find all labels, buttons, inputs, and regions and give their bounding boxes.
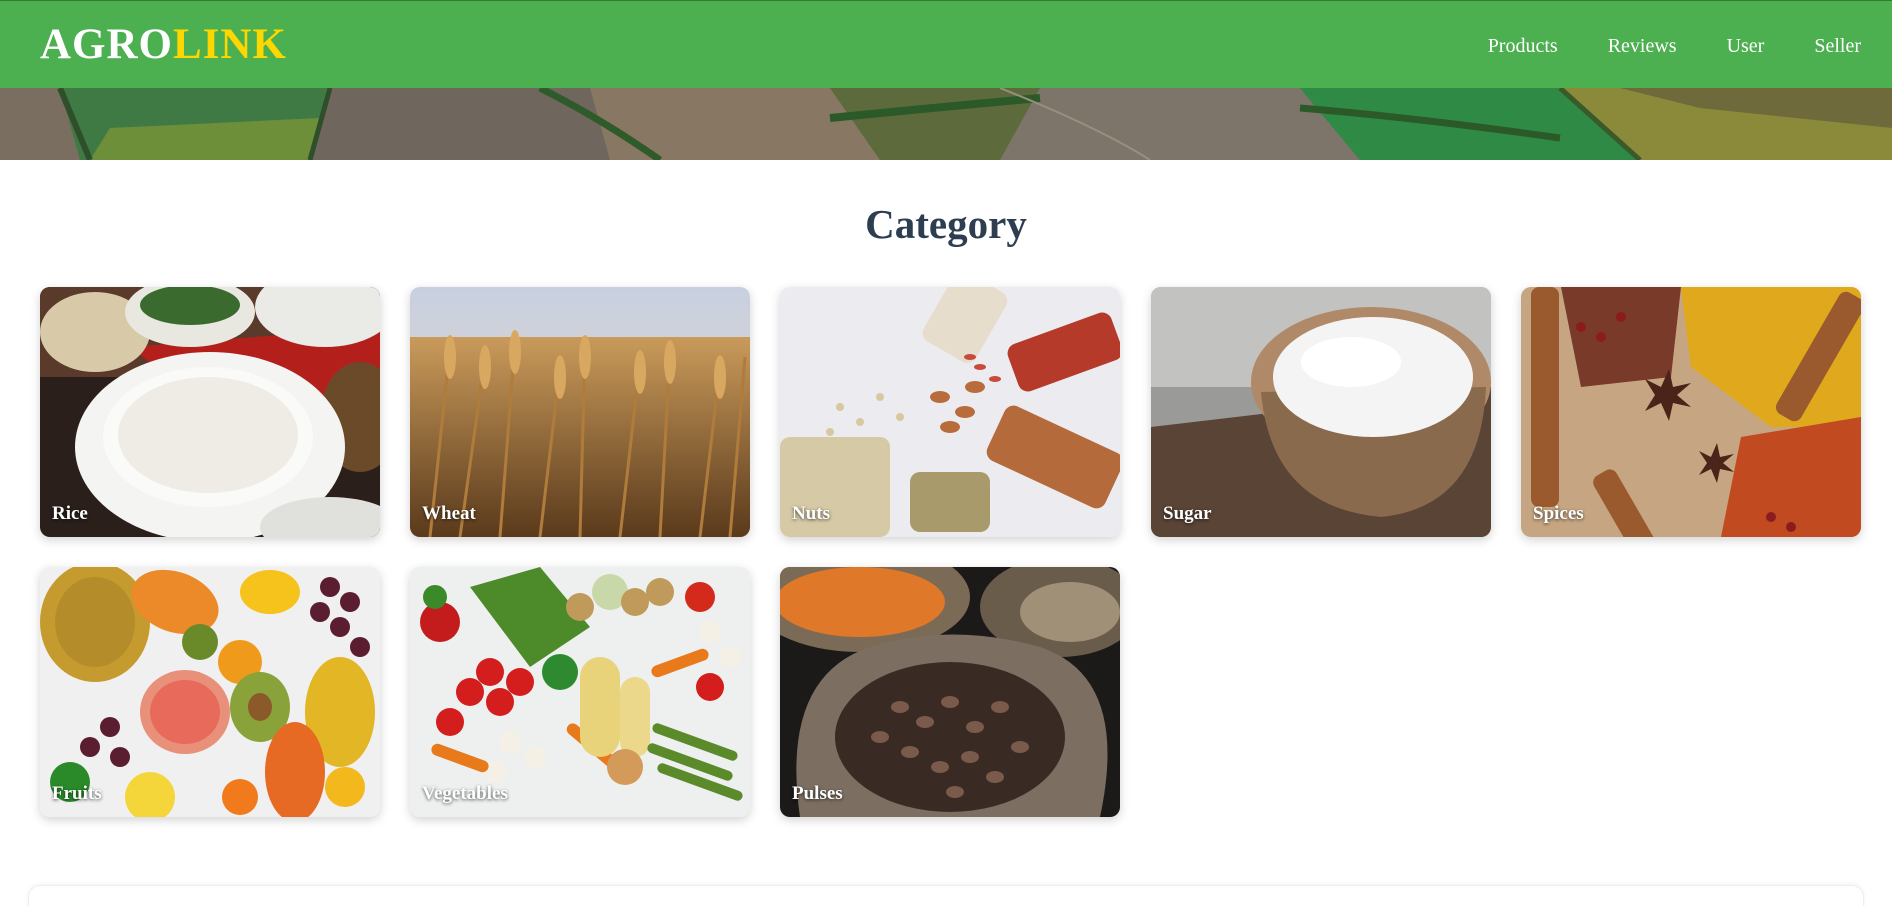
brand-logo[interactable]: AGROLINK: [40, 21, 287, 69]
hero-banner-image: [0, 88, 1892, 160]
category-label: Sugar: [1163, 503, 1212, 524]
navbar: AGROLINK Products Reviews User Seller: [0, 0, 1892, 88]
section-title: Category: [865, 201, 1027, 247]
spices-image: [1521, 287, 1861, 537]
category-card-fruits[interactable]: Fruits: [40, 567, 380, 817]
category-label: Vegetables: [422, 783, 508, 804]
category-card-wheat[interactable]: Wheat: [410, 287, 750, 537]
category-label: Rice: [52, 503, 88, 524]
category-label: Nuts: [792, 503, 831, 524]
aerial-fields-image: [0, 88, 1892, 160]
sugar-image: [1151, 287, 1491, 537]
nav-seller-link[interactable]: Seller: [1814, 31, 1861, 61]
pulses-image: [780, 567, 1120, 817]
rice-image: [40, 287, 380, 537]
category-card-spices[interactable]: Spices: [1521, 287, 1861, 537]
nav-links: Products Reviews User Seller: [1488, 31, 1861, 61]
nav-reviews-link[interactable]: Reviews: [1608, 31, 1677, 61]
category-card-vegetables[interactable]: Vegetables: [410, 567, 750, 817]
wheat-image: [410, 287, 750, 537]
fruits-image: [40, 567, 380, 817]
brand-logo-part1: AGRO: [40, 21, 173, 68]
category-card-nuts[interactable]: Nuts: [780, 287, 1120, 537]
brand-logo-part2: LINK: [173, 21, 287, 68]
category-card-rice[interactable]: Rice: [40, 287, 380, 537]
category-card-sugar[interactable]: Sugar: [1151, 287, 1491, 537]
nav-products-link[interactable]: Products: [1488, 31, 1558, 61]
category-card-pulses[interactable]: Pulses: [780, 567, 1120, 817]
vegetables-image: [410, 567, 750, 817]
nuts-image: [780, 287, 1120, 537]
category-label: Fruits: [52, 783, 102, 804]
category-label: Wheat: [422, 503, 476, 524]
nav-user-link[interactable]: User: [1727, 31, 1765, 61]
footer-section: [28, 885, 1864, 906]
category-label: Spices: [1533, 503, 1584, 524]
category-label: Pulses: [792, 783, 843, 804]
